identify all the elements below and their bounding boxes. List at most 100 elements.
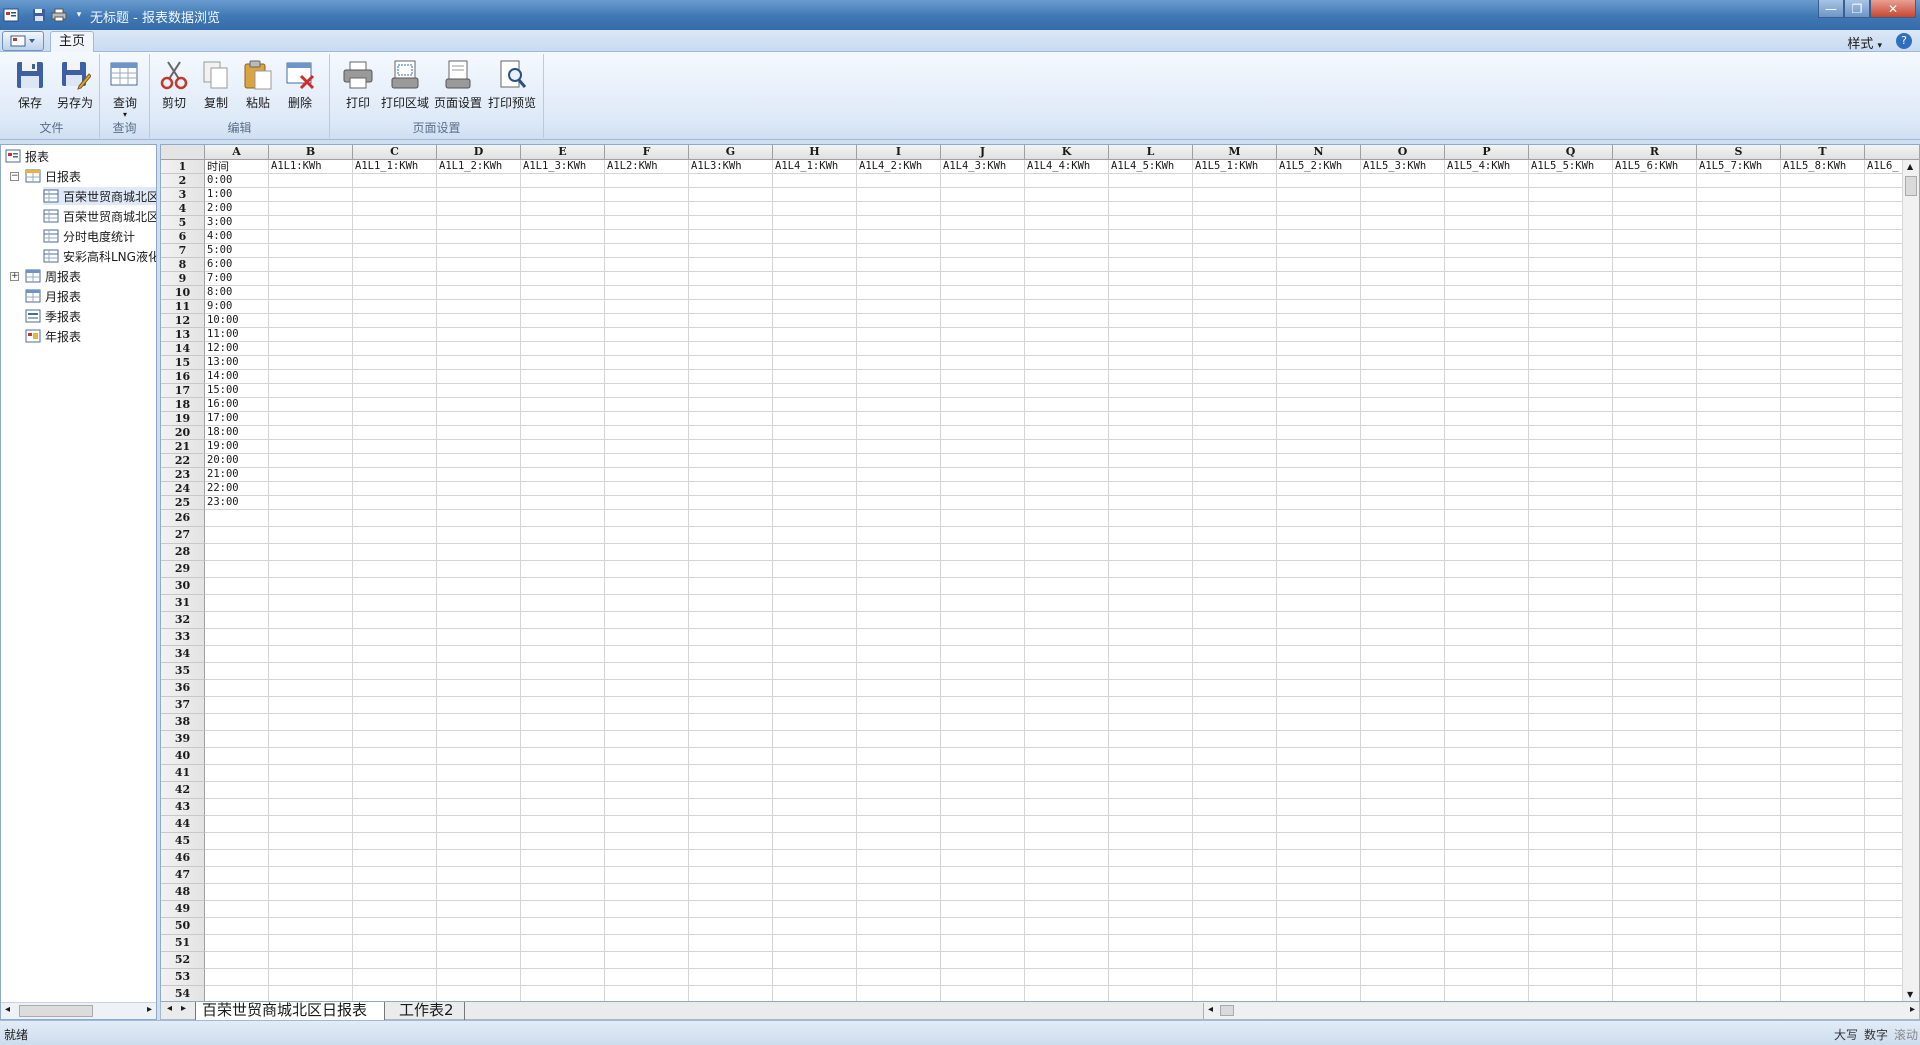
- grid-cell[interactable]: [1109, 731, 1193, 748]
- grid-cell[interactable]: [941, 714, 1025, 731]
- grid-cell[interactable]: 7:00: [205, 272, 269, 286]
- grid-cell[interactable]: [1361, 468, 1445, 482]
- grid-cell[interactable]: [1445, 314, 1529, 328]
- grid-cell[interactable]: [773, 901, 857, 918]
- grid-cell[interactable]: [1025, 646, 1109, 663]
- grid-cell[interactable]: [857, 901, 941, 918]
- grid-cell[interactable]: [1529, 300, 1613, 314]
- grid-cell[interactable]: [857, 969, 941, 986]
- grid-cell[interactable]: [1781, 867, 1865, 884]
- grid-cell[interactable]: [269, 384, 353, 398]
- grid-cell[interactable]: [1445, 884, 1529, 901]
- grid-cell[interactable]: [941, 765, 1025, 782]
- grid-cell[interactable]: [1529, 578, 1613, 595]
- grid-cell[interactable]: [689, 356, 773, 370]
- grid-cell[interactable]: [1529, 286, 1613, 300]
- grid-cell[interactable]: [1109, 258, 1193, 272]
- grid-cell[interactable]: [689, 300, 773, 314]
- grid-cell[interactable]: [1193, 527, 1277, 544]
- grid-cell[interactable]: [1277, 496, 1361, 510]
- grid-cell[interactable]: [1445, 765, 1529, 782]
- grid-cell[interactable]: [269, 328, 353, 342]
- grid-cell[interactable]: [1445, 174, 1529, 188]
- grid-cell[interactable]: [269, 578, 353, 595]
- grid-cell[interactable]: [605, 286, 689, 300]
- grid-cell[interactable]: [857, 216, 941, 230]
- grid-cell[interactable]: [689, 680, 773, 697]
- grid-cell[interactable]: 21:00: [205, 468, 269, 482]
- grid-cell[interactable]: [689, 496, 773, 510]
- grid-cell[interactable]: [1781, 342, 1865, 356]
- grid-cell[interactable]: [1277, 216, 1361, 230]
- grid-cell[interactable]: [689, 612, 773, 629]
- grid-cell[interactable]: [857, 867, 941, 884]
- row-header[interactable]: 2: [161, 174, 205, 188]
- grid-cell[interactable]: [521, 496, 605, 510]
- grid-cell[interactable]: [1445, 680, 1529, 697]
- grid-cell[interactable]: [605, 850, 689, 867]
- grid-cell[interactable]: [353, 680, 437, 697]
- grid-cell[interactable]: [1781, 884, 1865, 901]
- grid-cell[interactable]: [1025, 578, 1109, 595]
- grid-cell[interactable]: [1277, 230, 1361, 244]
- grid-cell[interactable]: [1361, 188, 1445, 202]
- grid-cell[interactable]: [941, 731, 1025, 748]
- grid-cell[interactable]: [1193, 440, 1277, 454]
- grid-cell[interactable]: [1781, 174, 1865, 188]
- grid-cell[interactable]: [1193, 300, 1277, 314]
- grid-cell[interactable]: [1277, 398, 1361, 412]
- grid-cell[interactable]: [1277, 697, 1361, 714]
- grid-cell[interactable]: [1697, 629, 1781, 646]
- grid-cell[interactable]: [1697, 697, 1781, 714]
- grid-cell[interactable]: [1277, 884, 1361, 901]
- grid-cell[interactable]: [353, 646, 437, 663]
- grid-cell[interactable]: [941, 440, 1025, 454]
- grid-cell[interactable]: [1529, 731, 1613, 748]
- scroll-thumb[interactable]: [1220, 1005, 1234, 1016]
- grid-cell[interactable]: [1025, 833, 1109, 850]
- grid-cell[interactable]: [941, 454, 1025, 468]
- row-header[interactable]: 52: [161, 952, 205, 969]
- grid-cell[interactable]: 4:00: [205, 230, 269, 244]
- grid-cell[interactable]: [205, 918, 269, 935]
- grid-cell[interactable]: [941, 272, 1025, 286]
- grid-cell[interactable]: [1445, 867, 1529, 884]
- grid-cell[interactable]: [941, 426, 1025, 440]
- grid-cell[interactable]: [1529, 935, 1613, 952]
- grid-cell[interactable]: [1025, 595, 1109, 612]
- grid-cell[interactable]: [437, 663, 521, 680]
- grid-cell[interactable]: [1025, 799, 1109, 816]
- grid-cell[interactable]: [605, 300, 689, 314]
- grid-cell[interactable]: [353, 595, 437, 612]
- grid-cell[interactable]: A1L4_3:KWh: [941, 160, 1025, 174]
- scroll-right-icon[interactable]: ▸: [147, 1004, 152, 1015]
- grid-cell[interactable]: [269, 286, 353, 300]
- grid-cell[interactable]: [1025, 258, 1109, 272]
- grid-cell[interactable]: [773, 782, 857, 799]
- grid-cell[interactable]: [353, 935, 437, 952]
- grid-cell[interactable]: [689, 833, 773, 850]
- grid-cell[interactable]: [1277, 300, 1361, 314]
- grid-cell[interactable]: [1613, 244, 1697, 258]
- grid-cell[interactable]: [689, 272, 773, 286]
- grid-cell[interactable]: [689, 244, 773, 258]
- grid-cell[interactable]: [1445, 216, 1529, 230]
- grid-cell[interactable]: [1193, 258, 1277, 272]
- grid-cell[interactable]: [1613, 646, 1697, 663]
- grid-cell[interactable]: [1781, 454, 1865, 468]
- row-header[interactable]: 20: [161, 426, 205, 440]
- vertical-scrollbar[interactable]: ▲ ▼: [1902, 160, 1919, 1001]
- grid-cell[interactable]: [773, 663, 857, 680]
- grid-cell[interactable]: [857, 454, 941, 468]
- row-header[interactable]: 44: [161, 816, 205, 833]
- row-header[interactable]: 25: [161, 496, 205, 510]
- grid-cell[interactable]: [1613, 714, 1697, 731]
- row-header[interactable]: 10: [161, 286, 205, 300]
- grid-cell[interactable]: [1025, 884, 1109, 901]
- grid-cell[interactable]: [773, 272, 857, 286]
- grid-cell[interactable]: [353, 258, 437, 272]
- grid-cell[interactable]: [941, 646, 1025, 663]
- grid-cell[interactable]: [689, 867, 773, 884]
- grid-cell[interactable]: [1361, 663, 1445, 680]
- grid-cell[interactable]: [1025, 765, 1109, 782]
